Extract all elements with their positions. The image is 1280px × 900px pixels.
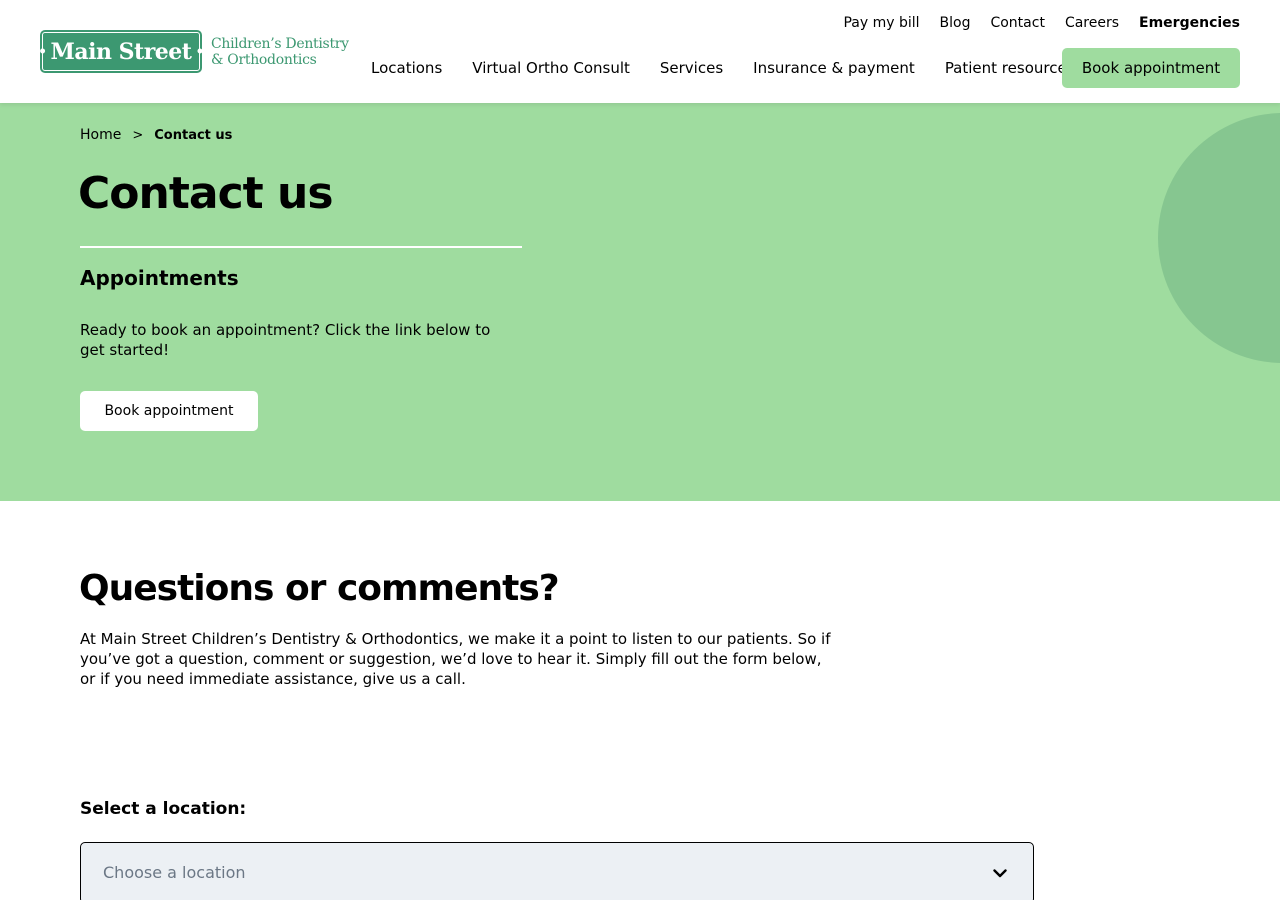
utility-link-careers[interactable]: Careers bbox=[1065, 15, 1119, 31]
location-select-placeholder: Choose a location bbox=[103, 863, 246, 882]
nav-item-locations[interactable]: Locations bbox=[371, 59, 442, 77]
hero-decorative-circle bbox=[1158, 113, 1280, 363]
site-logo[interactable]: • Main Street • Children’s Dentistry & O… bbox=[38, 30, 349, 73]
questions-heading: Questions or comments? bbox=[79, 568, 560, 609]
breadcrumb-home-link[interactable]: Home bbox=[80, 127, 121, 143]
logo-subtitle: Children’s Dentistry & Orthodontics bbox=[211, 35, 349, 68]
location-select[interactable]: Choose a location bbox=[80, 842, 1034, 900]
logo-badge: • Main Street • bbox=[38, 30, 204, 73]
logo-dot-icon: • bbox=[195, 43, 204, 60]
page-title: Contact us bbox=[78, 168, 334, 219]
nav-item-patient-resources[interactable]: Patient resources bbox=[945, 59, 1075, 77]
location-select-label: Select a location: bbox=[80, 799, 247, 819]
logo-dot-icon: • bbox=[38, 43, 47, 60]
nav-item-insurance-payment[interactable]: Insurance & payment bbox=[753, 59, 915, 77]
logo-main-text: Main Street bbox=[50, 38, 192, 65]
appointments-heading: Appointments bbox=[80, 266, 239, 290]
breadcrumb-chevron-icon: > bbox=[132, 127, 144, 143]
site-header: • Main Street • Children’s Dentistry & O… bbox=[0, 0, 1280, 103]
utility-nav: Pay my bill Blog Contact Careers Emergen… bbox=[843, 14, 1240, 32]
chevron-down-icon bbox=[993, 869, 1007, 878]
breadcrumb: Home > Contact us bbox=[80, 127, 232, 143]
appointments-text: Ready to book an appointment? Click the … bbox=[80, 321, 491, 359]
breadcrumb-current: Contact us bbox=[154, 127, 233, 143]
nav-item-services[interactable]: Services bbox=[660, 59, 723, 77]
main-nav: Locations Virtual Ortho Consult Services… bbox=[371, 48, 1105, 88]
utility-link-pay-my-bill[interactable]: Pay my bill bbox=[843, 15, 919, 31]
hero-book-appointment-button[interactable]: Book appointment bbox=[80, 391, 258, 431]
questions-text: At Main Street Children’s Dentistry & Or… bbox=[80, 630, 831, 688]
utility-link-contact[interactable]: Contact bbox=[990, 15, 1044, 31]
hero-divider bbox=[80, 246, 522, 248]
nav-item-virtual-ortho-consult[interactable]: Virtual Ortho Consult bbox=[472, 59, 630, 77]
header-book-appointment-button[interactable]: Book appointment bbox=[1062, 48, 1240, 88]
utility-link-emergencies[interactable]: Emergencies bbox=[1139, 15, 1240, 31]
hero-section: Home > Contact us Contact us Appointment… bbox=[0, 103, 1280, 501]
utility-link-blog[interactable]: Blog bbox=[940, 15, 971, 31]
